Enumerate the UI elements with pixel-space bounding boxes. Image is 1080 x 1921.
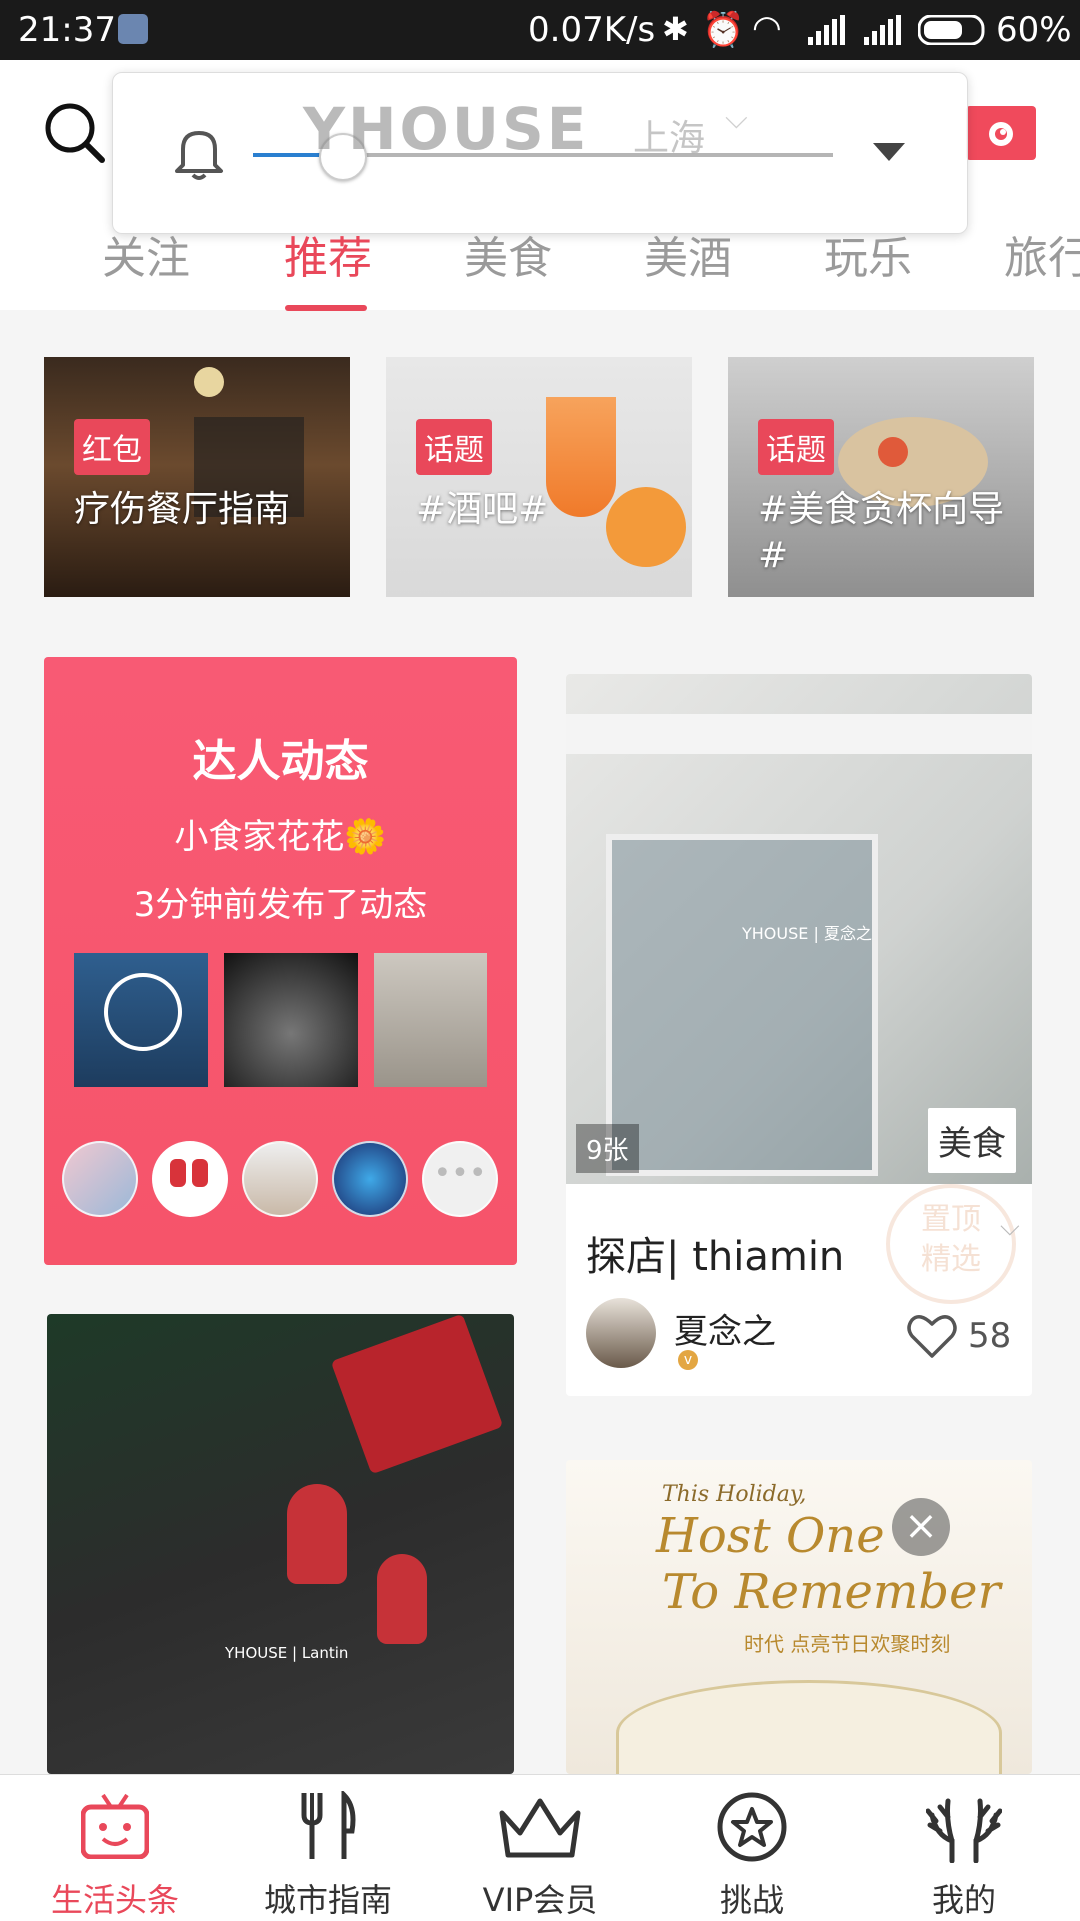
battery-percent: 60% [996,10,1072,50]
camera-icon[interactable] [966,106,1036,160]
topic-card-redpacket[interactable]: 红包 疗伤餐厅指南 [44,357,350,597]
window-decor [606,834,878,1176]
nav-me[interactable]: 我的 [856,1775,1072,1921]
awning-decor [566,714,1032,754]
alarm-icon: ⏰ [702,10,745,50]
avatar[interactable] [152,1141,228,1217]
featured-stamp: 置顶精选 [886,1184,1016,1304]
telegram-icon [118,14,148,44]
santa-figure-decor [377,1554,427,1644]
gift-box-decor [330,1314,504,1475]
post-card-3[interactable]: This Holiday, Host One To Remember 时代 点亮… [566,1460,1032,1774]
avatar[interactable] [242,1141,318,1217]
author-name[interactable]: 夏念之 [674,1304,776,1353]
post-card-2[interactable]: YHOUSE | Lantin [47,1314,514,1774]
topic-card-food-drink[interactable]: 话题 #美食贪杯向导# [728,357,1034,597]
floating-popup[interactable]: YHOUSE 上海 ⌵ [112,72,968,234]
ad-line-3: To Remember [662,1564,1001,1620]
status-bar: 21:37 0.07K/s ✱ ⏰ ◠ 60% [0,0,1080,60]
tab-active-indicator [285,305,367,311]
signal-icon [808,14,848,45]
status-time: 21:37 [18,10,116,50]
post-image[interactable]: YHOUSE | 夏念之 9张 美食 [566,674,1032,1184]
tab-food[interactable]: 美食 [464,222,552,286]
star-badge-icon [716,1791,788,1863]
tab-travel[interactable]: 旅行 [1004,222,1080,286]
nav-label: 挑战 [719,1881,784,1919]
nav-vip[interactable]: VIP会员 [432,1775,648,1921]
post-card[interactable]: YHOUSE | 夏念之 9张 美食 置顶精选 ⌵ 探店| thiamin v … [566,674,1032,1396]
topic-title: #美食贪杯向导# [758,489,1005,576]
caviar-decor [878,437,908,467]
app-logo: YHOUSE [303,95,590,163]
expert-activity-text: 3分钟前发布了动态 [133,885,428,925]
clock-decor [194,367,224,397]
ad-line-1: This Holiday, [662,1482,807,1507]
nav-label: VIP会员 [482,1881,598,1919]
expert-card-title: 达人动态 [192,736,369,787]
nav-label: 城市指南 [263,1881,392,1919]
city-selector[interactable]: 上海 [633,109,705,161]
status-net-speed: 0.07K/s [528,10,656,50]
tab-wine[interactable]: 美酒 [644,222,732,286]
nav-life-headlines[interactable]: 生活头条 [7,1775,223,1921]
signal-icon-2 [864,14,904,45]
topic-title: #酒吧# [416,489,549,530]
bell-icon[interactable] [173,125,225,181]
crown-icon [496,1793,584,1859]
nav-city-guide[interactable]: 城市指南 [220,1775,436,1921]
category-tag[interactable]: 美食 [928,1108,1016,1173]
verified-icon: v [678,1350,698,1370]
image-watermark: YHOUSE | Lantin [225,1644,349,1662]
post-title[interactable]: 探店| thiamin [586,1224,844,1282]
like-count: 58 [968,1316,1012,1356]
ad-line-2: Host One [656,1508,885,1564]
nav-label: 生活头条 [50,1881,179,1919]
activity-thumbnail[interactable] [74,953,208,1087]
bottom-nav: 生活头条 城市指南 VIP会员 挑战 我的 [0,1774,1080,1921]
expert-user-name[interactable]: 小食家花花🌼 [44,809,517,858]
topic-card-bar[interactable]: 话题 #酒吧# [386,357,692,597]
tv-face-icon [80,1793,150,1860]
close-icon[interactable]: × [892,1498,950,1556]
search-icon[interactable] [42,100,106,164]
tab-play[interactable]: 玩乐 [824,222,912,286]
antler-icon [925,1791,1003,1864]
topic-badge: 话题 [758,419,834,475]
more-avatars-icon[interactable]: ••• [422,1141,498,1217]
glass-decor [616,1680,1002,1774]
tab-recommend[interactable]: 推荐 [284,222,372,286]
avatar[interactable] [62,1141,138,1217]
nav-label: 我的 [931,1881,996,1919]
topic-badge: 话题 [416,419,492,475]
expert-activity-card[interactable]: 达人动态 小食家花花🌼 3分钟前发布了动态 ••• [44,657,517,1265]
bluetooth-icon: ✱ [662,10,689,48]
featured-stamp-text: 置顶精选 [921,1202,981,1277]
photo-count: 9张 [576,1124,639,1173]
avatar-figure [192,1159,208,1187]
chevron-down-icon: ⌵ [725,101,748,136]
ferris-wheel-decor [104,973,182,1051]
fork-knife-icon [296,1788,360,1861]
wifi-icon: ◠ [752,8,782,48]
topic-title: 疗伤餐厅指南 [74,489,291,530]
tab-follow[interactable]: 关注 [102,222,190,286]
battery-icon [917,14,988,46]
dropdown-arrow-icon[interactable] [873,143,905,161]
ad-line-4: 时代 点亮节日欢聚时刻 [744,1632,951,1656]
avatar-figure [170,1159,186,1187]
topic-badge: 红包 [74,419,150,475]
heart-icon[interactable] [906,1312,958,1360]
activity-thumbnail[interactable] [374,953,487,1087]
nav-challenge[interactable]: 挑战 [644,1775,860,1921]
avatar[interactable] [332,1141,408,1217]
activity-thumbnail[interactable] [224,953,358,1087]
author-avatar[interactable] [586,1298,656,1368]
santa-figure-decor [287,1484,347,1584]
chevron-down-icon[interactable]: ⌵ [1000,1212,1020,1243]
image-watermark: YHOUSE | 夏念之 [742,924,872,943]
